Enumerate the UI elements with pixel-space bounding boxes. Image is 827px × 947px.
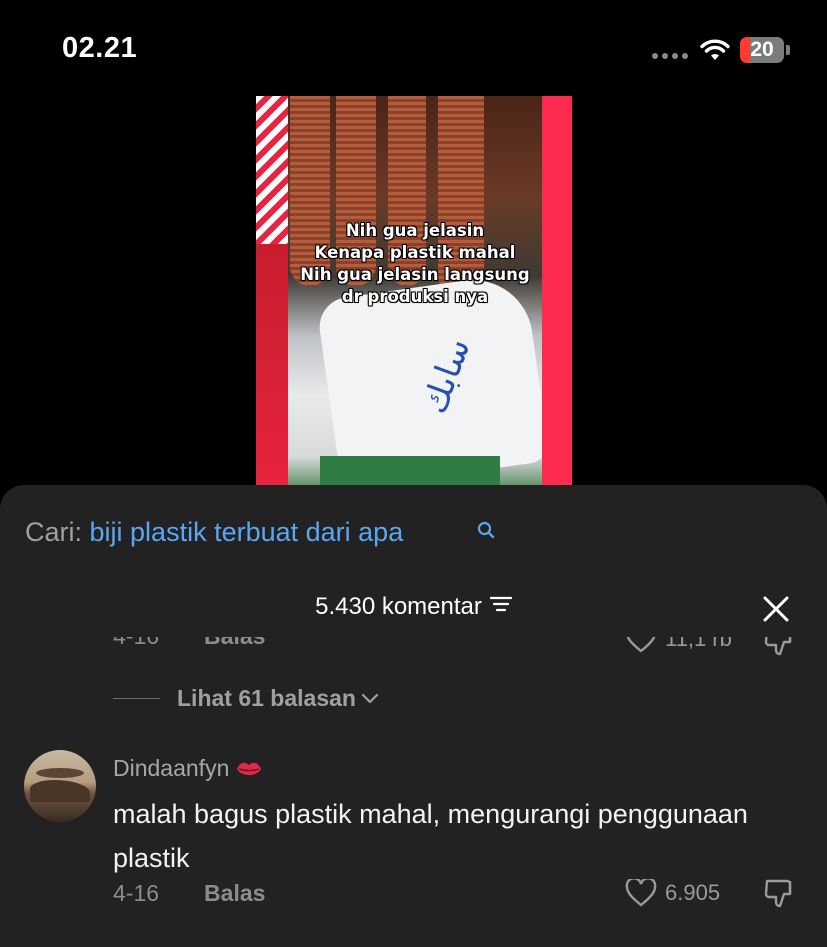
- comment-date: 4-16: [113, 637, 159, 650]
- chevron-down-icon: [361, 693, 379, 703]
- status-time: 02.21: [62, 32, 138, 64]
- search-icon[interactable]: [477, 517, 497, 548]
- reply-button[interactable]: Balas: [204, 880, 265, 907]
- view-replies-button[interactable]: Lihat 61 balasan: [113, 685, 380, 712]
- sort-filter-icon[interactable]: [489, 593, 512, 621]
- caption-line: Nih gua jelasin langsung: [300, 265, 530, 284]
- close-button[interactable]: [762, 595, 790, 623]
- reply-button[interactable]: Balas: [204, 637, 265, 650]
- like-button[interactable]: 11,1 rb: [625, 637, 732, 653]
- close-icon: [763, 596, 789, 622]
- comments-sheet: Cari: biji plastik terbuat dari apa 5.43…: [0, 485, 827, 947]
- caption-line: Kenapa plastik mahal: [314, 243, 516, 262]
- comment-meta: 4-16 Balas: [113, 637, 265, 650]
- comment-text: malah bagus plastik mahal, mengurangi pe…: [113, 799, 748, 873]
- comments-header: 5.430 komentar: [0, 593, 827, 627]
- caption-line: Nih gua jelasin: [345, 221, 485, 240]
- dislike-button[interactable]: [763, 877, 797, 914]
- battery-icon: 20: [740, 37, 784, 63]
- like-count: 6.905: [665, 880, 721, 905]
- thumbs-down-icon: [764, 637, 792, 656]
- thumbs-down-icon: [764, 879, 792, 908]
- video-caption: Nih gua jelasin Kenapa plastik mahal Nih…: [288, 220, 542, 308]
- like-button[interactable]: 6.905: [625, 879, 720, 907]
- avatar[interactable]: [24, 750, 96, 822]
- caption-line: dr produksi nya: [341, 287, 489, 306]
- heart-icon: [625, 879, 657, 907]
- search-prefix: Cari:: [25, 517, 83, 547]
- search-suggestion[interactable]: Cari: biji plastik terbuat dari apa: [25, 517, 495, 548]
- comment-count: 5.430 komentar: [315, 593, 482, 620]
- kiss-lips-icon: [237, 762, 262, 775]
- dislike-button[interactable]: [763, 637, 797, 662]
- battery-level: 20: [750, 38, 774, 61]
- signal-icon: [652, 53, 688, 59]
- comments-list[interactable]: 4-16 Balas 11,1 rb Lihat 61 balasan: [0, 637, 827, 947]
- heart-icon: [626, 637, 656, 653]
- wifi-icon: [699, 38, 731, 67]
- video-player[interactable]: سابك Nih gua jelasin Kenapa plastik maha…: [256, 96, 572, 496]
- comment-username[interactable]: Dindaanfyn: [113, 755, 263, 782]
- search-query-link[interactable]: biji plastik terbuat dari apa: [90, 517, 404, 547]
- comment-meta: 4-16 Balas: [113, 880, 265, 907]
- username-label: Dindaanfyn: [113, 755, 230, 781]
- view-replies-label: Lihat 61 balasan: [177, 685, 356, 711]
- like-count: 11,1 rb: [665, 637, 732, 651]
- comment-date: 4-16: [113, 880, 160, 906]
